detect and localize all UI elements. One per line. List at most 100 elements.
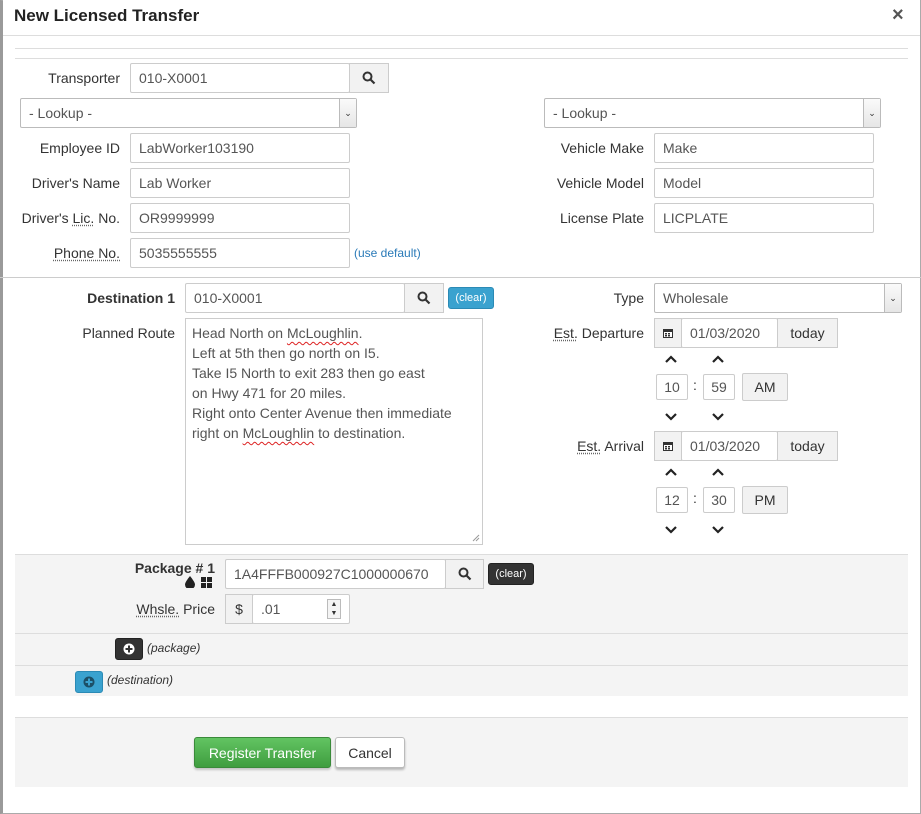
chevron-down-icon: ⌄ xyxy=(863,99,880,127)
chevron-down-icon xyxy=(712,413,724,421)
departure-label: Est. Departure xyxy=(553,325,644,341)
departure-date-input[interactable]: 01/03/2020 xyxy=(681,318,778,348)
grid-icon xyxy=(201,577,212,588)
departure-hour-up[interactable] xyxy=(664,352,678,366)
route-line: on Hwy 471 for 20 miles. xyxy=(192,385,347,401)
price-spinner[interactable]: ▲ ▼ xyxy=(327,599,341,619)
lookup-right-value: - Lookup - xyxy=(553,105,617,121)
arrival-hour-up[interactable] xyxy=(664,465,678,479)
chevron-down-icon[interactable]: ▼ xyxy=(328,609,340,618)
lookup-left-value: - Lookup - xyxy=(29,105,93,121)
search-icon xyxy=(362,71,376,85)
departure-hour-input[interactable]: 10 xyxy=(656,374,688,400)
chevron-up-icon xyxy=(712,468,724,476)
use-default-link[interactable]: (use default) xyxy=(354,246,421,260)
package-label: Package # 1 xyxy=(134,560,215,576)
driver-lic-label-abbr: Lic. xyxy=(72,210,95,226)
divider xyxy=(0,277,921,278)
departure-min-down[interactable] xyxy=(711,410,725,424)
license-plate-input[interactable]: LICPLATE xyxy=(654,203,874,233)
vehicle-make-label: Vehicle Make xyxy=(560,140,644,156)
droplet-icon xyxy=(185,576,195,588)
driver-lic-input[interactable]: OR9999999 xyxy=(130,203,350,233)
wholesale-price-label: Whsle. Price xyxy=(136,601,215,617)
route-line: right on McLoughlin to destination. xyxy=(192,425,406,441)
phone-label: Phone No. xyxy=(20,245,120,261)
add-package-label: (package) xyxy=(147,641,201,655)
chevron-up-icon xyxy=(712,355,724,363)
destination-input[interactable]: 010-X0001 xyxy=(185,283,405,313)
planned-route-label: Planned Route xyxy=(82,325,175,341)
plus-circle-icon xyxy=(123,643,135,655)
departure-hour-down[interactable] xyxy=(664,410,678,424)
driver-lic-label: Driver's Lic. No. xyxy=(18,210,120,226)
dialog-title: New Licensed Transfer xyxy=(14,6,200,25)
departure-ampm-button[interactable]: AM xyxy=(742,373,788,401)
register-transfer-button[interactable]: Register Transfer xyxy=(194,737,331,768)
arrival-hour-input[interactable]: 12 xyxy=(656,487,688,513)
employee-id-label: Employee ID xyxy=(39,140,120,156)
divider xyxy=(15,48,908,49)
arrival-hour-down[interactable] xyxy=(664,523,678,537)
package-clear-button[interactable]: (clear) xyxy=(488,563,534,585)
add-destination-button[interactable] xyxy=(75,671,103,693)
transporter-lookup-left[interactable]: - Lookup - ⌄ xyxy=(20,98,357,128)
add-destination-label: (destination) xyxy=(107,673,174,687)
cancel-button[interactable]: Cancel xyxy=(335,737,405,768)
add-package-button[interactable] xyxy=(115,638,143,660)
package-search-button[interactable] xyxy=(445,559,484,589)
calendar-icon xyxy=(663,442,673,451)
chevron-up-icon xyxy=(665,468,677,476)
chevron-up-icon xyxy=(665,355,677,363)
arrival-min-input[interactable]: 30 xyxy=(703,487,735,513)
driver-lic-label-pre: Driver's xyxy=(21,210,73,226)
transporter-label: Transporter xyxy=(48,70,120,86)
time-separator: : xyxy=(693,490,697,506)
route-line: Take I5 North to exit 283 then go east xyxy=(192,365,425,381)
arrival-today-button[interactable]: today xyxy=(777,431,838,461)
employee-id-input[interactable]: LabWorker103190 xyxy=(130,133,350,163)
currency-addon: $ xyxy=(225,594,253,624)
transporter-input[interactable]: 010-X0001 xyxy=(130,63,350,93)
driver-name-input[interactable]: Lab Worker xyxy=(130,168,350,198)
phone-input[interactable]: 5035555555 xyxy=(130,238,350,268)
package-input[interactable]: 1A4FFFB000927C1000000670 xyxy=(225,559,446,589)
calendar-icon xyxy=(663,329,673,338)
type-select[interactable]: Wholesale ⌄ xyxy=(654,283,902,313)
plus-circle-icon xyxy=(83,676,95,688)
departure-today-button[interactable]: today xyxy=(777,318,838,348)
search-icon xyxy=(458,567,471,581)
type-value: Wholesale xyxy=(663,290,729,306)
chevron-down-icon xyxy=(665,413,677,421)
transporter-search-button[interactable] xyxy=(349,63,389,93)
arrival-min-up[interactable] xyxy=(711,465,725,479)
destination-search-button[interactable] xyxy=(404,283,444,313)
chevron-down-icon xyxy=(712,526,724,534)
resize-handle-icon[interactable] xyxy=(472,534,480,542)
route-line: Head North on McLoughlin. xyxy=(192,325,363,341)
route-line: Right onto Center Avenue then immediate xyxy=(192,405,452,421)
search-icon xyxy=(417,291,431,305)
divider xyxy=(15,58,908,59)
arrival-min-down[interactable] xyxy=(711,523,725,537)
destination-label: Destination 1 xyxy=(87,290,175,306)
departure-min-up[interactable] xyxy=(711,352,725,366)
chevron-down-icon: ⌄ xyxy=(884,284,901,312)
arrival-calendar-button[interactable] xyxy=(654,431,682,461)
vehicle-make-input[interactable]: Make xyxy=(654,133,874,163)
vehicle-lookup-right[interactable]: - Lookup - ⌄ xyxy=(544,98,881,128)
arrival-date-input[interactable]: 01/03/2020 xyxy=(681,431,778,461)
arrival-ampm-button[interactable]: PM xyxy=(742,486,788,514)
departure-calendar-button[interactable] xyxy=(654,318,682,348)
departure-min-input[interactable]: 59 xyxy=(703,374,735,400)
chevron-down-icon xyxy=(665,526,677,534)
phone-label-text: Phone No. xyxy=(53,245,120,261)
destination-clear-button[interactable]: (clear) xyxy=(448,287,494,309)
chevron-down-icon: ⌄ xyxy=(339,99,356,127)
driver-name-label: Driver's Name xyxy=(31,175,120,191)
close-icon[interactable]: × xyxy=(892,4,904,27)
chevron-up-icon[interactable]: ▲ xyxy=(328,600,340,609)
vehicle-model-input[interactable]: Model xyxy=(654,168,874,198)
arrival-label: Est. Arrival xyxy=(577,438,644,454)
planned-route-textarea[interactable]: Head North on McLoughlin. Left at 5th th… xyxy=(185,318,483,545)
